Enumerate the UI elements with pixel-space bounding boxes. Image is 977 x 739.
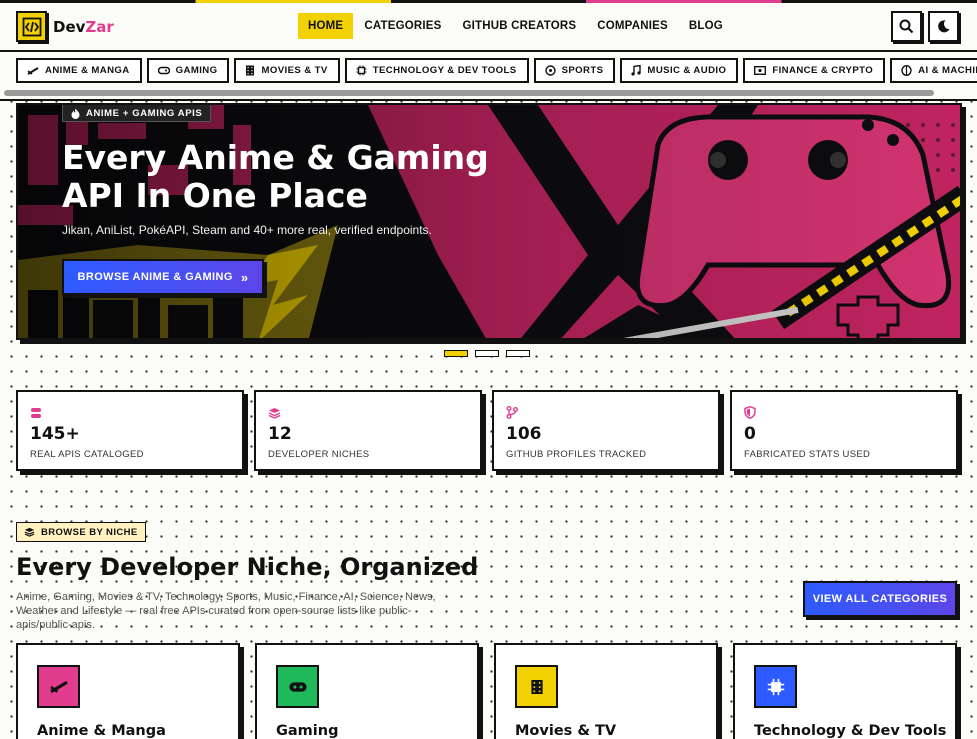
chip-label: SPORTS xyxy=(561,65,604,76)
film-icon xyxy=(515,665,558,708)
katana-icon xyxy=(27,66,39,76)
section-title: Every Developer Niche, Organized xyxy=(16,553,479,581)
stat-value: 106 xyxy=(506,424,542,444)
logo[interactable]: DevZar xyxy=(16,11,114,42)
chip-label: TECHNOLOGY & DEV TOOLS xyxy=(372,65,517,76)
category-title: Movies & TV xyxy=(515,723,617,739)
chip-gaming[interactable]: GAMING xyxy=(146,58,230,83)
category-title: Technology & Dev Tools xyxy=(754,723,947,739)
browse-anime-gaming-button[interactable]: BROWSE ANIME & GAMING » xyxy=(62,259,264,295)
hero-title: Every Anime & Gaming API In One Place xyxy=(62,139,502,215)
nav-blog[interactable]: BLOG xyxy=(679,13,733,39)
chip-icon xyxy=(356,65,367,76)
carousel-dots xyxy=(444,350,537,357)
chip-label: MOVIES & TV xyxy=(261,65,328,76)
stat-value: 145+ xyxy=(30,424,80,444)
hero-badge: ANIME + GAMING APIS xyxy=(62,105,212,122)
nav-home[interactable]: HOME xyxy=(298,13,354,39)
stat-card-fabricated: 0 FABRICATED STATS USED xyxy=(730,390,958,471)
stat-label: REAL APIS CATALOGED xyxy=(30,449,144,460)
money-icon xyxy=(754,66,767,75)
chip-icon xyxy=(754,665,797,708)
chip-movies-tv[interactable]: MOVIES & TV xyxy=(234,58,340,83)
category-title: Anime & Manga xyxy=(37,723,166,739)
music-icon xyxy=(631,65,642,76)
nav-categories[interactable]: CATEGORIES xyxy=(354,13,451,39)
chip-label: GAMING xyxy=(175,65,218,76)
stat-label: FABRICATED STATS USED xyxy=(744,449,871,460)
hero-banner: ANIME + GAMING APIS Every Anime & Gaming… xyxy=(16,103,962,340)
git-branch-icon xyxy=(506,404,518,423)
search-icon xyxy=(899,19,914,34)
chips-scrollbar[interactable] xyxy=(4,90,934,96)
katana-icon xyxy=(37,665,80,708)
chip-ai-machine-learning[interactable]: AI & MACHINE LEARNING xyxy=(890,58,977,83)
fire-icon xyxy=(71,108,80,119)
site-header: DevZar HOME CATEGORIES GITHUB CREATORS C… xyxy=(0,3,977,52)
section-badge: BROWSE BY NICHE xyxy=(16,522,146,542)
moon-icon xyxy=(938,20,950,33)
chip-music-audio[interactable]: MUSIC & AUDIO xyxy=(620,58,739,83)
main-nav: HOME CATEGORIES GITHUB CREATORS COMPANIE… xyxy=(298,13,734,39)
chip-label: AI & MACHINE LEARNING xyxy=(918,65,977,76)
carousel-dot-2[interactable] xyxy=(475,350,499,357)
category-card-gaming[interactable]: Gaming xyxy=(255,643,479,739)
gamepad-icon xyxy=(157,66,170,75)
stat-label: GITHUB PROFILES TRACKED xyxy=(506,449,647,460)
chip-technology-dev-tools[interactable]: TECHNOLOGY & DEV TOOLS xyxy=(344,58,529,83)
category-card-technology-dev-tools[interactable]: Technology & Dev Tools xyxy=(733,643,957,739)
category-card-anime-manga[interactable]: Anime & Manga xyxy=(16,643,240,739)
stat-value: 12 xyxy=(268,424,292,444)
database-icon xyxy=(30,404,42,423)
section-description: Anime, Gaming, Movies & TV, Technology, … xyxy=(16,591,436,631)
view-all-categories-button[interactable]: VIEW ALL CATEGORIES xyxy=(803,581,957,617)
chip-sports[interactable]: SPORTS xyxy=(533,58,616,83)
hero-badge-label: ANIME + GAMING APIS xyxy=(86,107,203,119)
target-icon xyxy=(544,65,556,76)
code-icon xyxy=(16,11,47,42)
gamepad-icon xyxy=(276,665,319,708)
brain-icon xyxy=(901,65,912,76)
chip-finance-crypto[interactable]: FINANCE & CRYPTO xyxy=(743,58,886,83)
hero-subtitle: Jikan, AniList, PokéAPI, Steam and 40+ m… xyxy=(62,223,432,237)
search-button[interactable] xyxy=(891,11,922,42)
chip-anime-manga[interactable]: ANIME & MANGA xyxy=(16,58,142,83)
hero-title-line2: API In One Place xyxy=(62,176,368,215)
stat-card-apis: 145+ REAL APIS CATALOGED xyxy=(16,390,244,471)
category-card-movies-tv[interactable]: Movies & TV xyxy=(494,643,718,739)
shield-icon xyxy=(744,404,756,423)
logo-text-zar: Zar xyxy=(85,17,114,36)
layers-icon xyxy=(268,404,281,423)
layers-icon xyxy=(24,527,35,537)
theme-toggle-button[interactable] xyxy=(928,11,959,42)
hero-cta-label: BROWSE ANIME & GAMING xyxy=(77,271,233,283)
stat-value: 0 xyxy=(744,424,756,444)
nav-github-creators[interactable]: GITHUB CREATORS xyxy=(453,13,587,39)
hero-title-line1: Every Anime & Gaming xyxy=(62,138,489,177)
carousel-dot-3[interactable] xyxy=(506,350,530,357)
logo-text: DevZar xyxy=(53,18,114,36)
double-chevron-right-icon: » xyxy=(240,269,249,285)
category-title: Gaming xyxy=(276,723,339,739)
nav-companies[interactable]: COMPANIES xyxy=(587,13,678,39)
logo-text-dev: Dev xyxy=(53,17,86,36)
chip-label: FINANCE & CRYPTO xyxy=(772,65,874,76)
section-badge-label: BROWSE BY NICHE xyxy=(41,526,138,538)
chip-label: ANIME & MANGA xyxy=(45,65,130,76)
category-chips-bar: ANIME & MANGA GAMING MOVIES & TV TECHNOL… xyxy=(0,52,977,101)
category-chips: ANIME & MANGA GAMING MOVIES & TV TECHNOL… xyxy=(16,58,977,83)
carousel-dot-1[interactable] xyxy=(444,350,468,357)
stat-label: DEVELOPER NICHES xyxy=(268,449,370,460)
chip-label: MUSIC & AUDIO xyxy=(647,65,727,76)
stat-card-niches: 12 DEVELOPER NICHES xyxy=(254,390,482,471)
stat-card-github: 106 GITHUB PROFILES TRACKED xyxy=(492,390,720,471)
film-icon xyxy=(245,65,255,76)
